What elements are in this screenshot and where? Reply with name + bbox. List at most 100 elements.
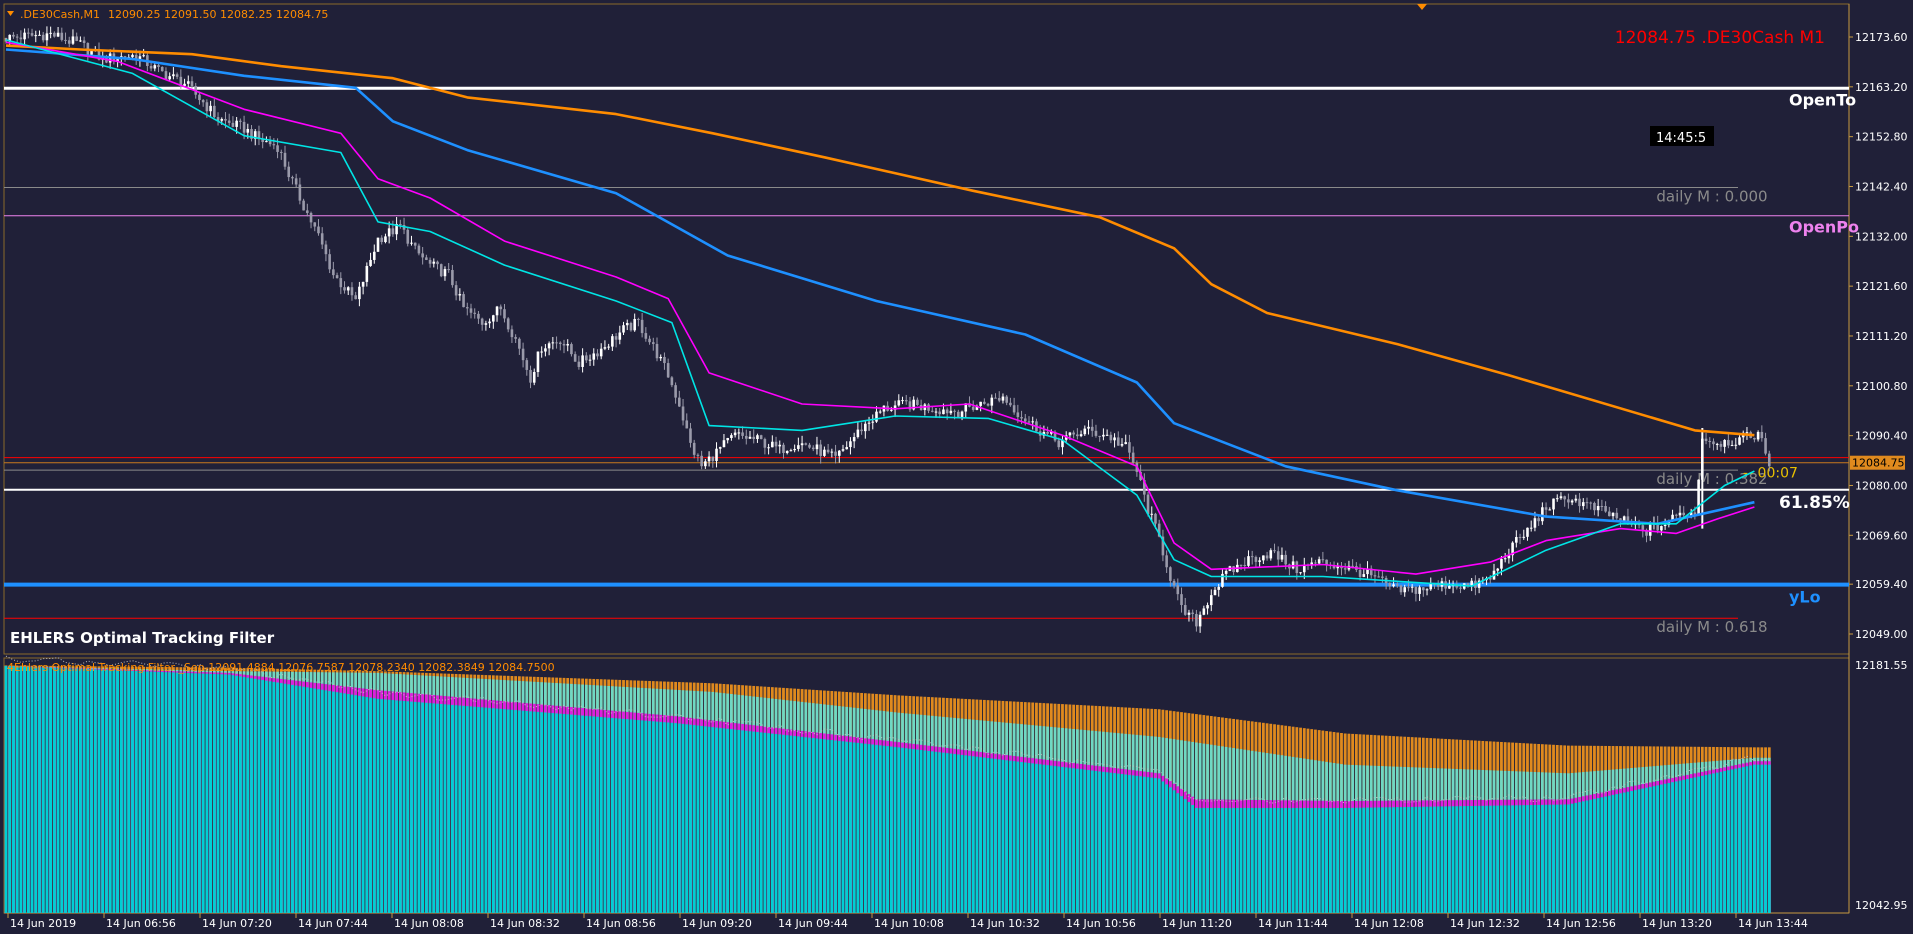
sub-bar-cyan — [417, 702, 421, 913]
candle-body — [678, 397, 681, 407]
sub-bar-cyan — [756, 731, 759, 913]
sub-bar-cyan — [1570, 803, 1574, 913]
candle-body — [1165, 555, 1168, 568]
candle-body — [1176, 585, 1180, 595]
candle-body — [1057, 440, 1061, 448]
candle-body — [328, 254, 331, 270]
sub-bar-cyan — [1764, 764, 1767, 913]
sub-bar-cyan — [1511, 805, 1514, 913]
candle-body — [1362, 574, 1366, 577]
candle-body — [313, 222, 317, 227]
sub-bar-cyan — [1001, 759, 1005, 913]
sub-bar-cyan — [938, 752, 942, 913]
candle-body — [82, 40, 86, 44]
candle-body — [15, 36, 19, 38]
sub-bar-cyan — [186, 673, 190, 913]
x-tick-label: 14 Jun 06:56 — [106, 917, 176, 930]
sub-bar-cyan — [298, 686, 302, 913]
sub-bar-cyan — [979, 757, 983, 913]
candle-body — [945, 409, 949, 414]
sub-bar-cyan — [142, 671, 146, 913]
sub-bar-cyan — [1068, 767, 1072, 913]
candle-body — [279, 151, 283, 153]
sub-bar-cyan — [752, 731, 756, 913]
sub-bar-cyan — [1395, 807, 1399, 913]
sub-bar-cyan — [1336, 807, 1340, 913]
sub-bar-cyan — [726, 728, 730, 913]
candle-body — [1723, 439, 1726, 447]
candle-body — [532, 372, 536, 383]
candle-body — [1187, 612, 1191, 615]
sub-bar-cyan — [372, 698, 376, 913]
sub-bar-cyan — [901, 747, 904, 913]
candle-body — [1388, 583, 1392, 587]
sub-bar-cyan — [23, 666, 26, 913]
sub-bar-cyan — [588, 716, 592, 913]
sub-bar-cyan — [1198, 807, 1202, 913]
sub-bar-cyan — [592, 716, 596, 913]
candle-body — [1009, 402, 1012, 406]
trading-chart[interactable]: OpenTodaily M : 0.000OpenPodaily M : 0.3… — [0, 0, 1913, 934]
sub-bar-cyan — [205, 673, 209, 913]
candle-body — [901, 400, 904, 402]
sub-bar-cyan — [343, 693, 346, 913]
sub-bar-cyan — [1217, 807, 1221, 913]
candle-body — [629, 323, 633, 331]
sub-bar-cyan — [477, 707, 480, 913]
sub-bar-cyan — [413, 701, 417, 913]
sub-bar-cyan — [328, 690, 332, 913]
candle-body — [607, 346, 610, 348]
sub-bar-cyan — [614, 718, 618, 913]
sub-bar-cyan — [577, 715, 581, 913]
sub-bar-cyan — [1604, 796, 1607, 913]
sub-bar-cyan — [1295, 807, 1299, 913]
sub-bar-cyan — [692, 725, 696, 913]
candle-body — [674, 385, 677, 398]
candle-body — [815, 444, 819, 450]
candle-body — [916, 399, 919, 405]
sub-bar-cyan — [633, 719, 637, 913]
candle-body — [227, 120, 231, 123]
candle-body — [492, 315, 495, 322]
sub-bar-cyan — [198, 673, 201, 913]
sub-bar-cyan — [1738, 767, 1741, 913]
candle-body — [1254, 557, 1258, 562]
sub-bar-cyan — [1157, 778, 1161, 913]
sub-bar-cyan — [700, 725, 704, 913]
candle-body — [1418, 587, 1421, 594]
sub-bar-cyan — [209, 673, 212, 913]
sub-bar-cyan — [313, 688, 317, 913]
candle-body — [1500, 559, 1503, 569]
candle-body — [800, 443, 804, 446]
candle-body — [957, 411, 960, 417]
sub-bar-cyan — [826, 739, 830, 913]
candle-body — [1016, 412, 1020, 418]
sub-bar-cyan — [1113, 773, 1116, 913]
candle-body — [1280, 554, 1284, 560]
sub-bar-cyan — [640, 720, 644, 913]
sub-bar-cyan — [432, 703, 436, 913]
candle-body — [417, 245, 421, 254]
candle-body — [834, 451, 837, 456]
sub-bar-cyan — [685, 724, 689, 913]
sub-bar-cyan — [1221, 807, 1224, 913]
candle-body — [1459, 587, 1462, 589]
sub-bar-cyan — [1187, 802, 1191, 913]
sub-bar-cyan — [748, 731, 752, 913]
candle-body — [34, 35, 38, 37]
sub-bar-cyan — [127, 670, 131, 913]
sub-bar-cyan — [52, 667, 56, 913]
sub-bar-cyan — [1128, 774, 1131, 913]
candle-body — [213, 105, 216, 118]
candle-body — [1373, 575, 1377, 577]
candle-body — [283, 152, 287, 167]
sub-bar-cyan — [1600, 797, 1604, 913]
sub-bar-cyan — [1514, 805, 1518, 913]
sub-bar-cyan — [566, 714, 570, 913]
candle-body — [1250, 556, 1254, 558]
sub-bar-cyan — [1637, 789, 1641, 913]
sub-bar-cyan — [1023, 762, 1027, 913]
candle-body — [614, 336, 618, 340]
candle-body — [1020, 417, 1023, 419]
candle-body — [938, 411, 942, 415]
